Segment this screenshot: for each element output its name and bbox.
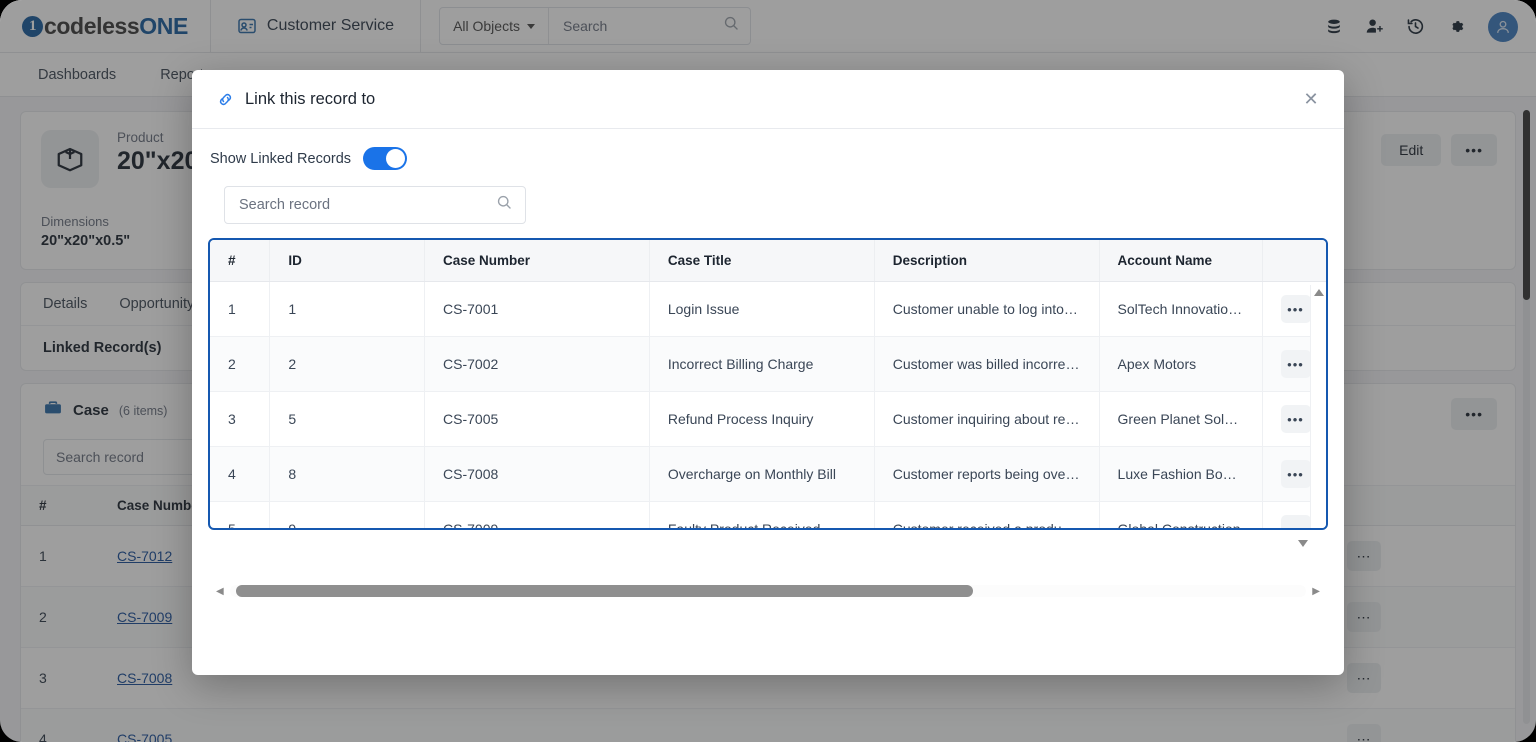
cell-description: Customer unable to log into th... [874,281,1100,337]
modal-title-wrap: Link this record to [216,90,375,109]
close-icon[interactable]: ✕ [1298,86,1324,112]
show-linked-records-toggle[interactable] [363,147,408,170]
table-row[interactable]: 1 1 CS-7001 Login Issue Customer unable … [210,281,1326,337]
cell-case-title: Incorrect Billing Charge [649,336,875,392]
table-row[interactable]: 2 2 CS-7002 Incorrect Billing Charge Cus… [210,336,1326,392]
scroll-left-icon[interactable]: ◀ [216,586,224,597]
table-row[interactable]: 3 5 CS-7005 Refund Process Inquiry Custo… [210,391,1326,447]
col-case-title[interactable]: Case Title [649,240,875,282]
cell-account: Global Construction [1099,501,1263,528]
cell-account: Green Planet Solutions [1099,391,1263,447]
link-record-modal: Link this record to ✕ Show Linked Record… [192,70,1344,675]
toggle-knob [386,149,406,168]
row-more-button[interactable]: ••• [1280,515,1311,528]
row-more-button[interactable]: ••• [1280,350,1311,378]
cell-index: 1 [210,281,271,337]
cell-case-number: CS-7002 [424,336,650,392]
cell-id: 9 [269,501,426,528]
cell-description: Customer reports being overc... [874,446,1100,502]
cell-account: SolTech Innovations Inc. [1099,281,1263,337]
grid-vertical-scrollbar[interactable] [1310,285,1326,528]
cell-description: Customer was billed incorrectly [874,336,1100,392]
row-more-button[interactable]: ••• [1280,295,1311,323]
modal-body: Show Linked Records Search record # ID C… [192,129,1344,675]
modal-title: Link this record to [245,89,376,108]
linked-records-grid: # ID Case Number Case Title Description … [208,238,1328,530]
linked-records-table: # ID Case Number Case Title Description … [210,240,1326,528]
cell-case-title: Login Issue [649,281,875,337]
show-linked-records-label: Show Linked Records [210,150,352,167]
cell-case-title: Faulty Product Received [649,501,875,528]
row-more-button[interactable]: ••• [1280,460,1311,488]
cell-account: Luxe Fashion Boutique [1099,446,1263,502]
application-window: 1 codeless ONE Customer Service All Objec [0,0,1536,742]
col-account-name[interactable]: Account Name [1099,240,1263,282]
horizontal-scrollbar[interactable]: ◀ ▶ [216,584,1320,598]
col-actions [1262,240,1326,282]
scrollbar-track[interactable] [229,585,1307,597]
cell-case-number: CS-7008 [424,446,650,502]
col-case-number[interactable]: Case Number [424,240,650,282]
col-description[interactable]: Description [874,240,1100,282]
cell-description: Customer received a product t... [874,501,1100,528]
modal-search-placeholder: Search record [239,197,331,213]
show-linked-records-row: Show Linked Records [208,147,1328,186]
scroll-up-icon[interactable] [1313,289,1324,296]
cell-index: 4 [210,446,271,502]
cell-description: Customer inquiring about refu... [874,391,1100,447]
table-header-row: # ID Case Number Case Title Description … [210,240,1326,282]
cell-case-title: Overcharge on Monthly Bill [649,446,875,502]
cell-case-title: Refund Process Inquiry [649,391,875,447]
search-icon [496,194,513,216]
scroll-down-icon[interactable] [1298,540,1308,547]
link-icon [216,90,235,109]
row-more-button[interactable]: ••• [1280,405,1311,433]
cell-id: 5 [269,391,426,447]
col-id[interactable]: ID [269,240,426,282]
cell-index: 5 [210,501,271,528]
cell-index: 3 [210,391,271,447]
cell-index: 2 [210,336,271,392]
cell-case-number: CS-7009 [424,501,650,528]
cell-case-number: CS-7001 [424,281,650,337]
cell-id: 2 [269,336,426,392]
scrollbar-thumb[interactable] [235,585,974,597]
modal-search-input[interactable]: Search record [224,186,526,224]
scroll-right-icon[interactable]: ▶ [1312,586,1320,597]
cell-id: 1 [269,281,426,337]
col-index[interactable]: # [210,240,271,282]
cell-account: Apex Motors [1099,336,1263,392]
modal-footer: ◀ ▶ [208,530,1328,626]
cell-id: 8 [269,446,426,502]
table-row[interactable]: 4 8 CS-7008 Overcharge on Monthly Bill C… [210,446,1326,502]
cell-case-number: CS-7005 [424,391,650,447]
modal-header: Link this record to ✕ [192,70,1344,129]
table-row[interactable]: 5 9 CS-7009 Faulty Product Received Cust… [210,501,1326,528]
